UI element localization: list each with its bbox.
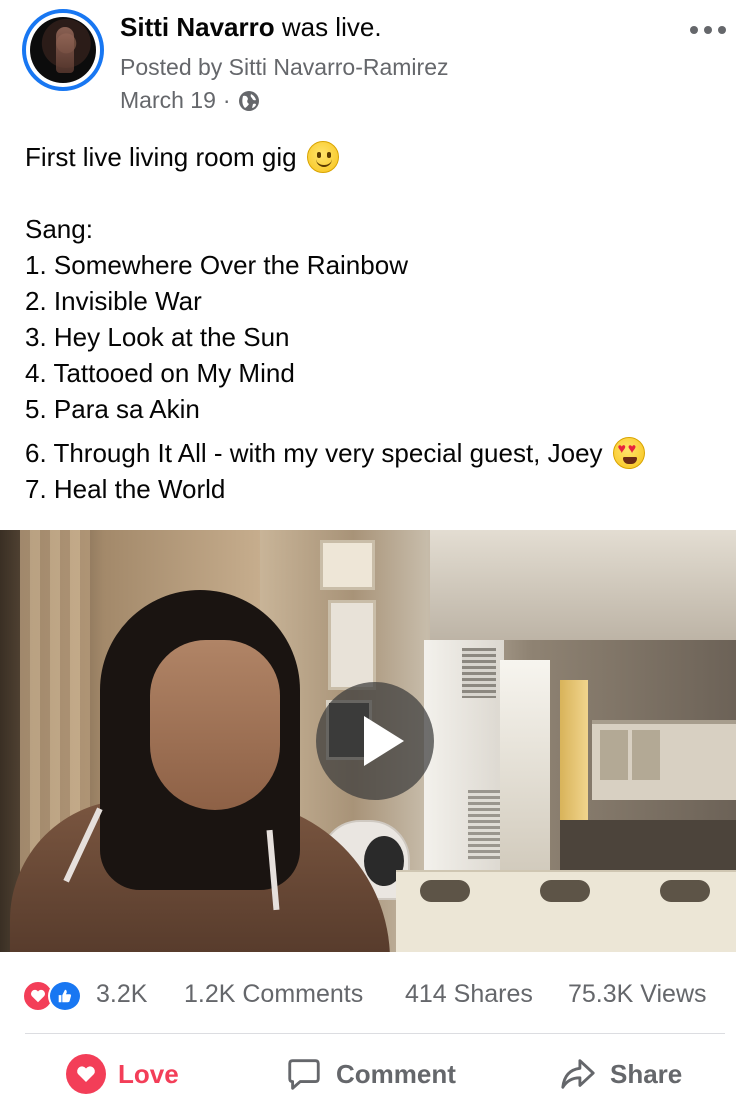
love-button[interactable]: Love: [66, 1054, 179, 1094]
like-reaction-icon: [48, 980, 82, 1012]
dot: [690, 26, 698, 34]
globe-icon[interactable]: [238, 90, 260, 112]
post-header: Sitti Navarro was live. Posted by Sitti …: [0, 0, 736, 120]
song-item: 3. Hey Look at the Sun: [25, 322, 290, 352]
video-scene-aircon-grill: [468, 790, 500, 860]
comment-count[interactable]: 1.2K Comments: [184, 980, 363, 1009]
share-label: Share: [610, 1058, 683, 1089]
author-name[interactable]: Sitti Navarro: [120, 12, 275, 42]
video-scene-ceiling: [430, 530, 736, 640]
video-scene-playpen-handle: [540, 880, 590, 902]
video-scene-window: [500, 660, 550, 870]
smile-emoji-icon: [306, 141, 339, 173]
more-options-icon[interactable]: [690, 18, 726, 42]
video-scene-cabinet-doors: [600, 730, 660, 780]
heart-eyes-emoji-icon: [612, 437, 645, 469]
song-item: 4. Tattooed on My Mind: [25, 358, 295, 388]
comment-label: Comment: [336, 1058, 456, 1089]
share-count[interactable]: 414 Shares: [405, 980, 533, 1009]
post-stats: 3.2K 1.2K Comments 414 Shares 75.3K View…: [0, 968, 736, 1020]
video-scene-person-face: [150, 640, 280, 810]
share-icon: [558, 1054, 598, 1094]
dot: [718, 26, 726, 34]
avatar[interactable]: [22, 9, 104, 91]
video-scene-playpen-handle: [420, 880, 470, 902]
avatar-figure: [56, 27, 74, 73]
song-item-6: 6. Through It All - with my very special…: [25, 435, 725, 471]
post-title: Sitti Navarro was live.: [120, 12, 382, 42]
post-meta: March 19 ·: [120, 87, 260, 114]
song-item: 7. Heal the World: [25, 474, 226, 504]
video-scene-frame: [320, 540, 375, 590]
love-icon: [66, 1054, 106, 1094]
view-count: 75.3K Views: [568, 980, 707, 1008]
sang-label: Sang:: [25, 214, 93, 244]
comment-button[interactable]: Comment: [284, 1054, 456, 1094]
song-item: 1. Somewhere Over the Rainbow: [25, 250, 408, 280]
song-item: 5. Para sa Akin: [25, 394, 200, 424]
meta-separator: ·: [222, 87, 231, 113]
play-icon[interactable]: [364, 716, 404, 766]
avatar-image: [30, 17, 96, 83]
reaction-icons[interactable]: [22, 980, 92, 1012]
video-scene-frame: [328, 600, 376, 690]
divider: [25, 1033, 725, 1034]
love-label: Love: [118, 1058, 179, 1089]
post-date[interactable]: March 19: [120, 87, 216, 114]
intro-text: First live living room gig: [25, 142, 297, 172]
action-bar: Love Comment Share: [0, 1046, 736, 1103]
video-scene-playpen-handle: [660, 880, 710, 902]
comment-icon: [284, 1054, 324, 1094]
video-scene-aircon-grill: [462, 648, 496, 698]
post-action-text: was live.: [281, 12, 382, 42]
posted-by: Posted by Sitti Navarro-Ramirez: [120, 54, 449, 80]
share-button[interactable]: Share: [558, 1054, 682, 1094]
reaction-count[interactable]: 3.2K: [96, 980, 147, 1009]
post-text: First live living room gig Sang: 1. Some…: [25, 139, 725, 507]
song-item: 6. Through It All - with my very special…: [25, 438, 603, 468]
dot: [704, 26, 712, 34]
post-intro: First live living room gig: [25, 139, 725, 175]
song-item: 2. Invisible War: [25, 286, 202, 316]
